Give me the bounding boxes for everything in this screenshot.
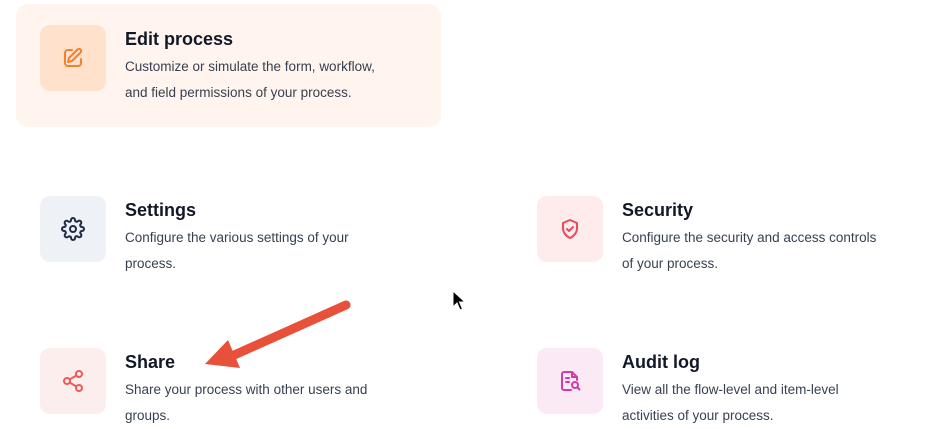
desc-line: and field permissions of your process. [125,85,352,100]
share-icon [63,370,83,392]
audit-log-text: Audit log View all the flow-level and it… [622,348,839,429]
card-title: Share [125,352,176,372]
desc-line: process. [125,256,177,271]
desc-line: Configure the security and access contro… [622,230,877,245]
document-search-icon [561,371,581,391]
card-title: Settings [125,200,197,220]
audit-log-card[interactable]: Audit log View all the flow-level and it… [537,348,927,427]
desc-line: of your process. [622,256,719,271]
card-title: Security [622,200,694,220]
desc-line: Customize or simulate the form, workflow… [125,59,375,74]
settings-text: Settings Configure the various settings … [125,196,349,277]
desc-line: Configure the various settings of your [125,230,349,245]
share-icon-box [40,348,106,414]
desc-line: groups. [125,408,171,423]
card-title: Audit log [622,352,700,372]
settings-card[interactable]: Settings Configure the various settings … [40,196,460,288]
shield-icon-box [537,196,603,262]
card-description: Share your process with other users and … [125,377,367,429]
edit-icon-box [40,25,106,91]
desc-line: Share your process with other users and [125,382,368,397]
gear-icon [61,217,85,241]
card-description: Configure the various settings of your p… [125,225,349,277]
security-card[interactable]: Security Configure the security and acce… [537,196,927,288]
card-description: Customize or simulate the form, workflow… [125,54,375,106]
edit-process-card[interactable]: Edit process Customize or simulate the f… [16,4,441,127]
card-title: Edit process [125,29,234,49]
shield-check-icon [562,219,578,239]
desc-line: activities of your process. [622,408,774,423]
audit-icon-box [537,348,603,414]
desc-line: View all the flow-level and item-level [622,382,839,397]
share-card[interactable]: Share Share your process with other user… [40,348,460,427]
edit-icon [64,47,83,67]
card-description: Configure the security and access contro… [622,225,876,277]
edit-process-text: Edit process Customize or simulate the f… [125,25,375,106]
mouse-cursor-icon [452,290,466,311]
card-description: View all the flow-level and item-level a… [622,377,839,429]
gear-icon-box [40,196,106,262]
security-text: Security Configure the security and acce… [622,196,876,277]
share-text: Share Share your process with other user… [125,348,367,429]
